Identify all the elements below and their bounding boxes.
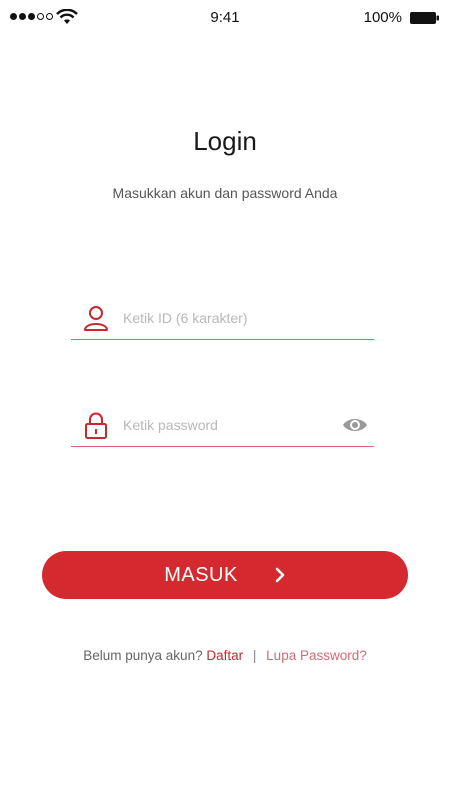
forgot-password-link[interactable]: Lupa Password? [266, 648, 367, 663]
register-link[interactable]: Daftar [206, 648, 243, 663]
login-button[interactable]: MASUK [42, 551, 408, 599]
lock-icon [85, 412, 107, 439]
page-subtitle: Masukkan akun dan password Anda [112, 185, 338, 201]
status-bar: 9:41 100% [0, 0, 450, 36]
footer-links: Belum punya akun? Daftar | Lupa Password… [0, 648, 450, 663]
eye-icon[interactable] [342, 415, 368, 435]
id-input[interactable] [123, 306, 333, 330]
user-icon [84, 306, 108, 331]
battery-percentage: 100% [363, 9, 402, 26]
login-button-label: MASUK [164, 563, 238, 586]
battery-icon [410, 12, 439, 24]
chevron-right-icon [275, 567, 285, 583]
password-input[interactable] [123, 413, 333, 437]
password-field[interactable] [71, 407, 374, 447]
link-separator: | [252, 648, 257, 663]
page-title: Login [193, 126, 257, 156]
id-field[interactable] [71, 300, 374, 340]
register-prompt: Belum punya akun? [83, 648, 203, 663]
